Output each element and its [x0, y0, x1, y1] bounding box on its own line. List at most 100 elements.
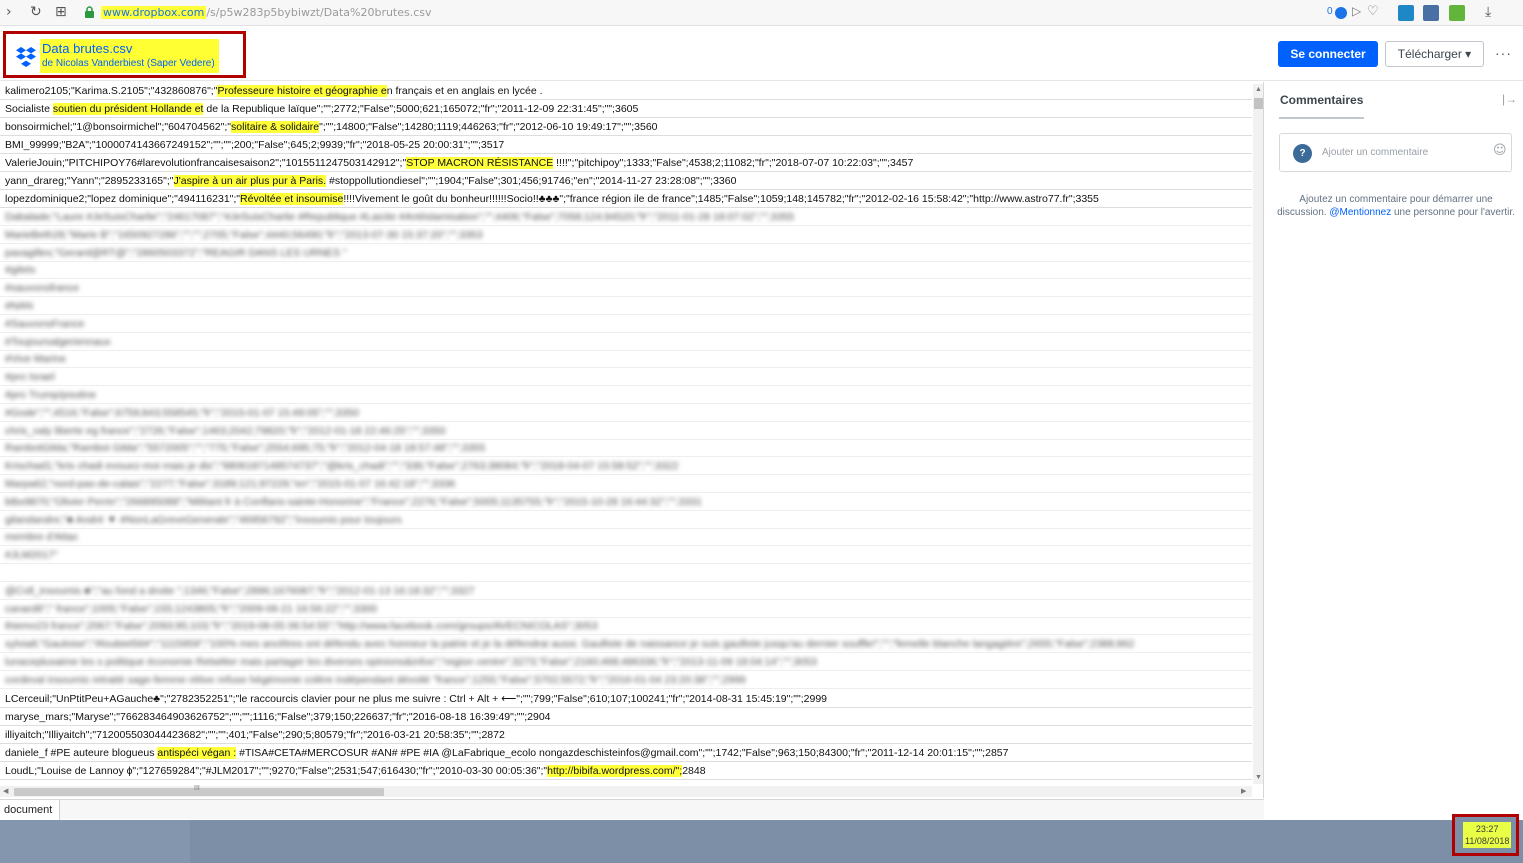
csv-row-blurred: #NAN [0, 297, 1252, 315]
comment-field[interactable]: ? Ajouter un commentaire ☺ [1279, 133, 1512, 172]
header-divider [0, 80, 1523, 81]
blurred-text: cordeval insoumis retraité sage-femme ré… [5, 673, 746, 686]
bookmark-icon[interactable]: ♡ [1367, 3, 1379, 19]
csv-row: yann_drareg;"Yann";"2895233165";"J'aspir… [0, 172, 1252, 190]
url-path: /s/p5w283p5bybiwzt/Data%20brutes.csv [206, 6, 432, 19]
dropbox-logo-icon[interactable] [15, 47, 37, 67]
help-icon[interactable]: ? [1293, 144, 1312, 163]
blurred-text: #Gode";"";4516;"False";6759;843;558545;"… [5, 406, 359, 419]
blurred-text: MarieBeth28;"Marie B";"1650927286";"";""… [5, 228, 483, 241]
cell-text: maryse_mars;"Maryse";"766283464903626752… [5, 711, 551, 723]
blurred-text: #gilets [5, 264, 36, 277]
blurred-text: #SauvonsFrance [5, 317, 85, 330]
highlighted-text: antispéci végan : [157, 747, 237, 759]
blurred-text: canard6";" france";1005;"False";155;1243… [5, 602, 378, 615]
csv-row: daniele_f #PE auteure blogueus antispéci… [0, 744, 1252, 762]
download-icon[interactable]: ⤓ [1485, 3, 1491, 20]
csv-row-blurred: sylvia8;"Gauloise";"#loubiet56#";"111595… [0, 635, 1252, 654]
csv-row-blurred: MarieBeth28;"Marie B";"1650927286";"";""… [0, 226, 1252, 244]
extension-icon[interactable] [1335, 7, 1347, 19]
vertical-scrollbar[interactable]: ▲ ▼ [1253, 84, 1263, 784]
file-header: Data brutes.csv de Nicolas Vanderbiest (… [3, 31, 246, 78]
cell-text: !!!!";"pitchipoy";1333;"False";4538;2;11… [553, 157, 914, 169]
extension-icon[interactable] [1398, 5, 1414, 21]
cell-text: #stoppollutiondiesel";"";1904;"False";30… [326, 175, 737, 187]
csv-row-blurred: chris_valy liberte eg france";"2726;"Fal… [0, 422, 1252, 440]
mention-link[interactable]: @Mentionnez [1329, 207, 1391, 218]
cell-text: yann_drareg;"Yann";"2895233165";" [5, 175, 174, 187]
download-helper-icon[interactable] [1449, 5, 1465, 21]
comments-title: Commentaires [1280, 93, 1364, 107]
csv-row-blurred: canard6";" france";1005;"False";155;1243… [0, 600, 1252, 618]
download-button[interactable]: Télécharger ▾ [1385, 41, 1484, 67]
url-host: www.dropbox.com [101, 6, 207, 19]
send-icon[interactable]: ▷ [1352, 4, 1361, 18]
address-bar[interactable]: www.dropbox.com/s/p5w283p5bybiwzt/Data%2… [84, 3, 1314, 23]
cell-text: #TISA#CETA#MERCOSUR #AN# #PE #IA @LaFabr… [236, 747, 1009, 759]
clock-time: 23:27 [1475, 824, 1499, 834]
csv-row-blurred: cordeval insoumis retraité sage-femme ré… [0, 671, 1252, 689]
forward-icon[interactable]: › [6, 4, 12, 20]
csv-row: LCerceuil;"UnPtitPeu+AGauche♣";"27823522… [0, 690, 1252, 708]
csv-row-blurred: @Coll_insoumis ♣";"au fond a droite ";13… [0, 582, 1252, 600]
highlighted-text: soutien du président Hollande et [52, 103, 204, 115]
csv-row-blurred: lunaceplusaime les s politique économie … [0, 653, 1252, 671]
csv-row-blurred: #SauvonsFrance [0, 315, 1252, 333]
cell-text: bonsoirmichel;"1@bonsoirmichel";"6047045… [5, 121, 232, 133]
cell-text: 2848 [682, 765, 706, 777]
blurred-text: Marpa62;"nord-pas-de-calais";"2277;"Fals… [5, 478, 456, 490]
highlighted-text: Professeure histoire et géographie e [217, 85, 387, 97]
scroll-grip: III [194, 785, 200, 792]
csv-row-blurred: #pro Israel [0, 368, 1252, 387]
vertical-scroll-thumb[interactable] [1254, 98, 1263, 109]
blurred-text: membre d'Attac [5, 531, 79, 544]
apps-icon[interactable]: ⊞ [55, 4, 67, 20]
cell-text: kalimero2105;"Karima.S.2105";"432860876"… [5, 85, 218, 97]
taskbar-clock[interactable]: 23:27 11/08/2018 [1452, 814, 1519, 856]
sheet-tab-document[interactable]: document [0, 800, 60, 820]
blurred-text: paxagilles;"Gerard@RT@";"2860503372";"RE… [5, 246, 347, 259]
scroll-left-icon[interactable]: ◀ [3, 788, 8, 796]
file-info: Data brutes.csv de Nicolas Vanderbiest (… [40, 39, 219, 73]
windows-icon[interactable] [1423, 5, 1439, 21]
scroll-down-icon[interactable]: ▼ [1255, 774, 1262, 782]
blurred-text: #JLM2017" [5, 549, 58, 562]
cell-text: de la Republique laïque";"";2772;"False"… [203, 103, 639, 115]
blurred-text: Dabalade;"Laure #JeSuisCharlie";"2461708… [5, 211, 795, 223]
highlighted-text: J'aspire à un air plus pur à Paris. [173, 175, 327, 187]
reload-icon[interactable]: ↻ [30, 4, 42, 20]
csv-preview[interactable]: kalimero2105;"Karima.S.2105";"432860876"… [0, 82, 1264, 798]
scroll-up-icon[interactable]: ▲ [1255, 86, 1262, 94]
blurred-text: lunaceplusaime les s politique économie … [5, 656, 817, 668]
cell-text: Socialiste [5, 103, 53, 115]
csv-row: BMI_99999;"B2A";"1000074143667249152";""… [0, 136, 1252, 154]
taskbar-start-area[interactable] [0, 820, 190, 863]
emoji-icon[interactable]: ☺ [1493, 143, 1507, 158]
horizontal-scrollbar[interactable]: ◀ III ▶ [0, 785, 1252, 797]
file-owner[interactable]: de Nicolas Vanderbiest (Saper Vedere) [42, 57, 215, 70]
clock-display: 23:27 11/08/2018 [1463, 822, 1512, 848]
collapse-panel-icon[interactable]: |→ [1502, 92, 1517, 106]
csv-row-blurred: #Toujoursalgeriennaux [0, 333, 1252, 351]
csv-row-blurred: Krischad1;"kris chadi evouez-moi mais je… [0, 457, 1252, 476]
csv-row-blurred: RambotGilda;"Rambot Gilda";"5572005";"";… [0, 439, 1252, 458]
csv-row: maryse_mars;"Maryse";"766283464903626752… [0, 708, 1252, 726]
taskbar [0, 820, 1523, 863]
cell-text: daniele_f #PE auteure blogueus [5, 747, 158, 759]
more-options-button[interactable]: ··· [1495, 45, 1512, 61]
blurred-text: #sauvonsfrance [5, 282, 80, 295]
horizontal-scroll-thumb[interactable]: III [14, 785, 384, 796]
scroll-right-icon[interactable]: ▶ [1241, 788, 1246, 796]
blurred-text: gilandandre;"♣ André ▼ #NonLaGreveGenera… [5, 513, 402, 526]
sign-in-button[interactable]: Se connecter [1278, 41, 1378, 67]
cell-text: LoudL;"Louise de Lannoy ɸ";"127659284";"… [5, 765, 548, 777]
blurred-text: Krischad1;"kris chadi evouez-moi mais je… [5, 460, 679, 473]
blurred-text: sylvia8;"Gauloise";"#loubiet56#";"111595… [5, 638, 1135, 651]
csv-row-blurred: membre d'Attac [0, 528, 1252, 547]
blurred-text: #Toujoursalgeriennaux [5, 335, 111, 348]
badge-count: 0 [1327, 6, 1333, 17]
comment-input[interactable]: Ajouter un commentaire [1322, 147, 1428, 158]
highlighted-text: http://bibifa.wordpress.com/"; [547, 765, 683, 777]
comments-hint: Ajoutez un commentaire pour démarrer une… [1276, 193, 1516, 219]
csv-row-blurred: #Vive Marine [0, 350, 1252, 369]
